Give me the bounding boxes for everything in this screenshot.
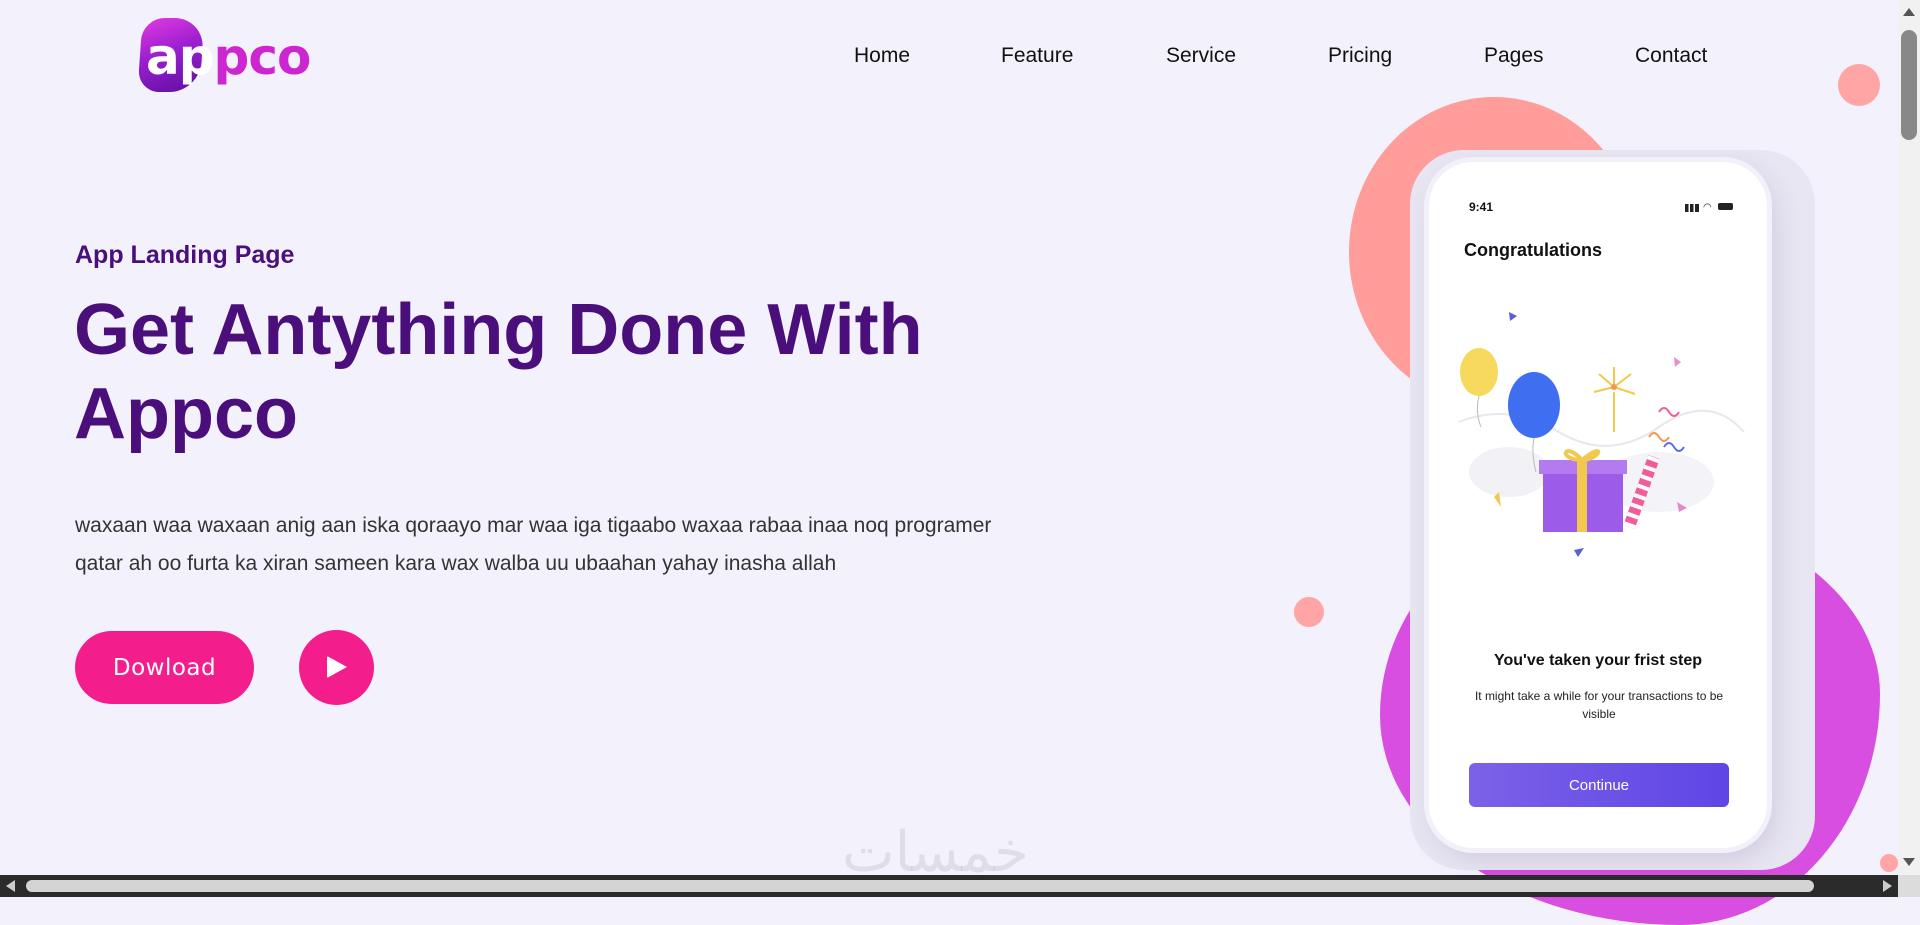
vertical-scrollbar[interactable]	[1898, 0, 1920, 874]
hero-paragraph: waxaan waa waxaan anig aan iska qoraayo …	[75, 514, 992, 575]
headline-line-1: Get Antything Done With	[74, 290, 923, 370]
phone-status-time: 9:41	[1469, 200, 1494, 214]
hero-headline: Get Antything Done With Appco	[74, 288, 1004, 456]
battery-icon	[1718, 203, 1733, 210]
phone-step-title: You've taken your frist step	[1493, 652, 1702, 669]
decorative-dot	[1294, 597, 1324, 627]
yellow-balloon	[1460, 348, 1498, 396]
phone-mockup: 9:41 ◠ Congratulations You've taken your…	[1429, 162, 1767, 848]
scrollbar-corner	[1898, 875, 1920, 897]
phone-screen-title: Congratulations	[1464, 240, 1602, 260]
phone-status-icons: ◠	[1685, 202, 1733, 213]
celebration-illustration	[1458, 312, 1745, 557]
signal-icon	[1685, 204, 1699, 212]
download-button[interactable]: Dowload	[75, 631, 254, 704]
scroll-right-icon[interactable]	[1883, 880, 1892, 892]
hero-eyebrow: App Landing Page	[75, 241, 295, 269]
nav-feature[interactable]: Feature	[1001, 44, 1073, 68]
horizontal-scroll-thumb[interactable]	[26, 880, 1814, 892]
nav-home[interactable]: Home	[854, 44, 910, 68]
headline-line-2: Appco	[74, 374, 298, 454]
scroll-left-icon[interactable]	[6, 880, 15, 892]
phone-step-subtitle: It might take a while for your transacti…	[1474, 689, 1724, 721]
play-icon	[327, 656, 347, 678]
scroll-up-icon[interactable]	[1903, 8, 1915, 16]
scroll-down-icon[interactable]	[1903, 858, 1915, 866]
wifi-icon: ◠	[1703, 202, 1712, 213]
continue-button[interactable]: Continue	[1469, 763, 1729, 807]
main-nav: Home Feature Service Pricing Pages Conta…	[0, 44, 1920, 74]
horizontal-scrollbar[interactable]	[0, 875, 1898, 897]
vertical-scroll-thumb[interactable]	[1901, 30, 1917, 140]
nav-pricing[interactable]: Pricing	[1328, 44, 1392, 68]
blue-balloon	[1508, 372, 1560, 438]
nav-service[interactable]: Service	[1166, 44, 1236, 68]
nav-pages[interactable]: Pages	[1484, 44, 1544, 68]
play-video-button[interactable]	[299, 630, 374, 705]
nav-contact[interactable]: Contact	[1635, 44, 1707, 68]
decorative-dot	[1880, 854, 1898, 872]
